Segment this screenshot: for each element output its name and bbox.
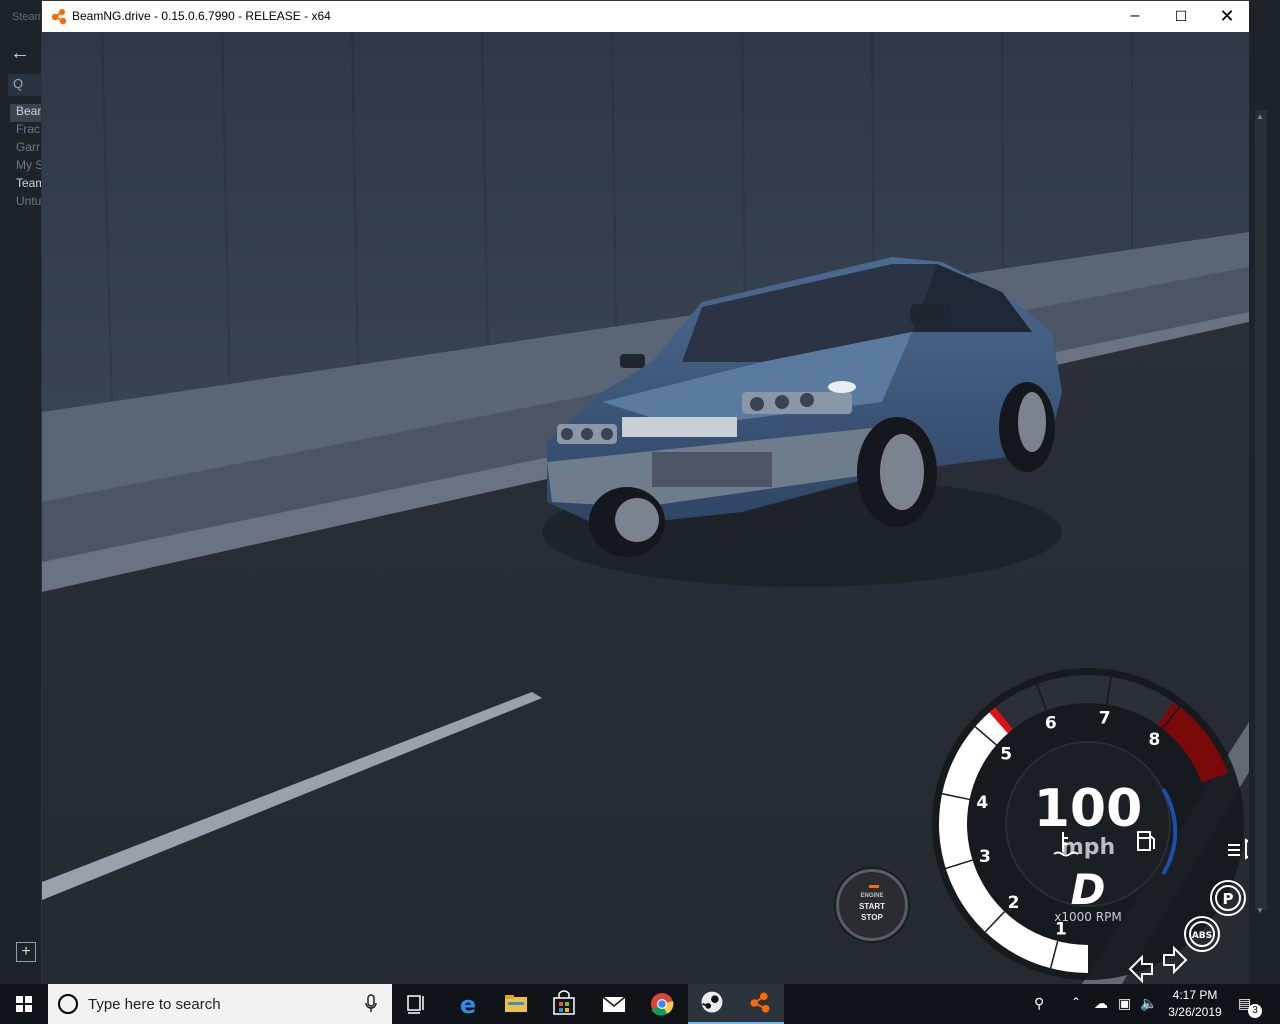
game-window: BeamNG.drive - 0.15.0.6.7990 - RELEASE -… — [41, 0, 1249, 984]
cortana-icon — [58, 994, 78, 1014]
rpm-tick-label: 8 — [1149, 730, 1161, 750]
rpm-tick-label: 2 — [1008, 893, 1020, 913]
rpm-needle — [989, 707, 1013, 734]
stop-label: STOP — [861, 913, 883, 922]
notification-count-badge: 3 — [1248, 1004, 1262, 1018]
beamng-logo-icon — [51, 9, 67, 25]
engine-start-stop-button[interactable]: ENGINE START STOP — [836, 869, 908, 941]
volume-icon[interactable]: 🔈 — [1140, 995, 1157, 1012]
title-bar[interactable]: BeamNG.drive - 0.15.0.6.7990 - RELEASE -… — [42, 1, 1249, 32]
search-placeholder: Type here to search — [88, 996, 221, 1013]
speed-value: 100 — [1034, 779, 1143, 839]
gear-indicator: D — [1071, 865, 1106, 914]
tray-overflow-icon[interactable]: ⌃ — [1071, 995, 1081, 1009]
back-arrow-icon[interactable]: ← — [10, 42, 30, 65]
speed-unit: mph — [1061, 835, 1115, 860]
rpm-tick-label: 5 — [1000, 744, 1012, 764]
beamng-taskbar-icon[interactable] — [736, 984, 784, 1024]
taskbar-search-input[interactable]: Type here to search — [48, 984, 392, 1024]
rpm-tick-label: 3 — [979, 847, 991, 867]
network-icon[interactable]: ▣ — [1118, 995, 1131, 1012]
edge-browser-icon[interactable]: e — [444, 984, 492, 1024]
dashboard-gauge: 123456 78 100 mph D x1000 RPM P ABS — [932, 668, 1248, 984]
parking-brake-icon: P — [1210, 880, 1246, 916]
start-label: START — [858, 902, 886, 911]
taskbar: Type here to search e ⚲ ⌃ ☁ ▣ 🔈 4:17 PM … — [0, 984, 1280, 1024]
rpm-tick-label: 4 — [976, 793, 988, 813]
engine-label: ENGINE — [860, 893, 884, 899]
minimize-button[interactable]: – — [1112, 1, 1158, 32]
search-icon: Q — [13, 76, 24, 91]
steam-scrollbar[interactable] — [1255, 110, 1267, 910]
close-button[interactable]: ✕ — [1204, 1, 1250, 32]
abs-icon: ABS — [1184, 916, 1220, 952]
store-icon[interactable] — [540, 984, 588, 1024]
steam-icon[interactable] — [688, 984, 736, 1024]
microphone-icon[interactable] — [364, 994, 378, 1014]
mail-icon[interactable] — [590, 984, 638, 1024]
rpm-label: x1000 RPM — [1054, 910, 1121, 924]
file-explorer-icon[interactable] — [492, 984, 540, 1024]
onedrive-icon[interactable]: ☁ — [1094, 995, 1108, 1012]
clock-date[interactable]: 3/26/2019 — [1160, 1005, 1230, 1019]
chrome-icon[interactable] — [638, 984, 686, 1024]
scroll-down-icon[interactable]: ▼ — [1256, 906, 1264, 915]
clock-time[interactable]: 4:17 PM — [1160, 988, 1230, 1002]
window-title: BeamNG.drive - 0.15.0.6.7990 - RELEASE -… — [72, 9, 331, 23]
engine-status-led — [869, 885, 879, 888]
game-viewport[interactable]: ENGINE START STOP 12345678 100 mph D x10… — [42, 32, 1249, 984]
scroll-up-icon[interactable]: ▲ — [1256, 112, 1264, 121]
maximize-button[interactable]: ☐ — [1158, 1, 1204, 32]
rpm-tick-label: 7 — [1099, 708, 1111, 728]
svg-text:ABS: ABS — [1192, 931, 1212, 941]
svg-text:e: e — [460, 991, 476, 1019]
windows-start-icon[interactable] — [0, 984, 48, 1024]
task-view-icon[interactable] — [392, 984, 440, 1024]
plus-icon[interactable]: + — [16, 942, 36, 962]
rpm-tick-label: 6 — [1045, 714, 1057, 734]
steam-title: Steam — [12, 11, 44, 23]
svg-text:P: P — [1223, 890, 1234, 908]
people-icon[interactable]: ⚲ — [1034, 995, 1044, 1012]
